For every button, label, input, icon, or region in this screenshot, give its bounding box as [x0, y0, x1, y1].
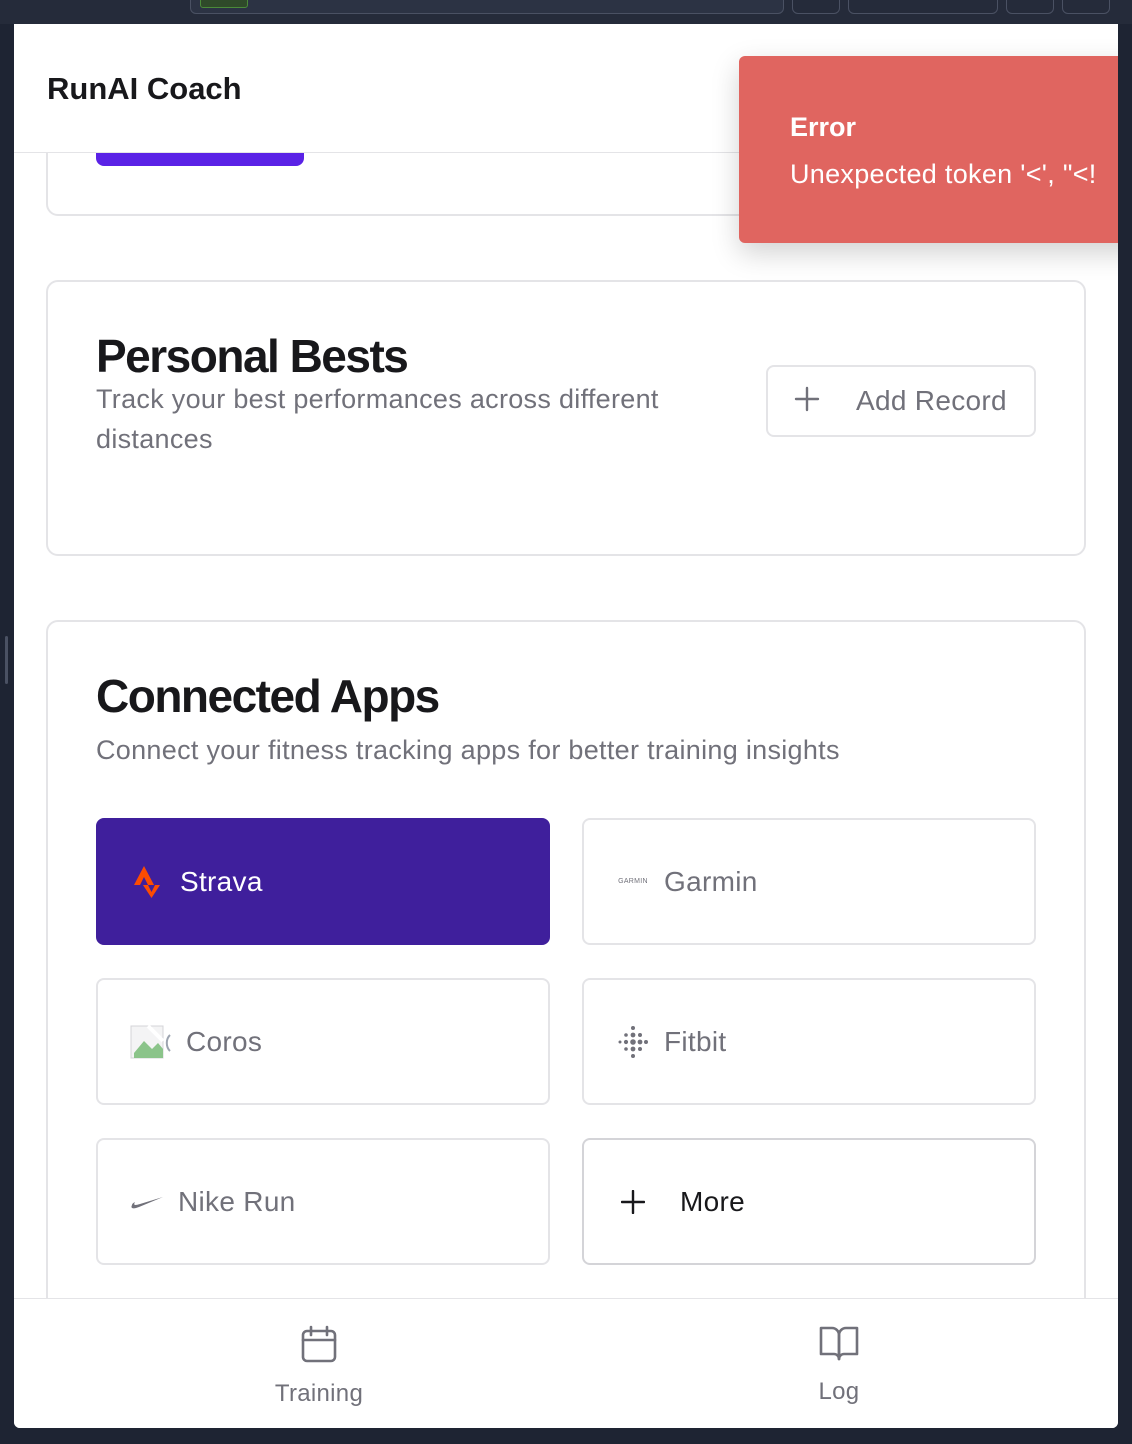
connected-apps-title: Connected Apps — [96, 670, 440, 722]
resize-handle[interactable] — [5, 636, 8, 684]
error-message: Unexpected token '<', "<! — [790, 159, 1097, 189]
add-record-label: Add Record — [856, 385, 1007, 416]
bottom-navigation: Training Log — [14, 1298, 1118, 1428]
app-tile-label: Fitbit — [664, 1025, 727, 1057]
app-tile-coros[interactable]: Coros — [96, 978, 550, 1105]
garmin-icon: GARMIN — [618, 878, 648, 885]
app-title: RunAI Coach — [47, 71, 242, 106]
personal-bests-title: Personal Bests — [96, 330, 409, 382]
calendar-icon — [301, 1325, 337, 1370]
address-bar-badge — [200, 0, 248, 8]
app-tile-label: Strava — [180, 865, 263, 897]
browser-toolbar — [0, 0, 1132, 24]
book-open-icon — [819, 1325, 859, 1368]
app-tile-label: Garmin — [664, 865, 758, 897]
app-viewport: RunAI Coach B Personal Bests Track your … — [14, 24, 1118, 1428]
app-tile-label: Nike Run — [178, 1185, 296, 1217]
strava-icon — [132, 865, 162, 899]
nav-item-training[interactable]: Training — [219, 1325, 419, 1408]
app-tile-label: More — [680, 1185, 745, 1217]
toolbar-button[interactable] — [1006, 0, 1054, 14]
broken-image-icon — [130, 1024, 172, 1059]
toolbar-button[interactable] — [1062, 0, 1110, 14]
nav-item-label: Log — [818, 1378, 860, 1405]
app-tile-strava[interactable]: Strava — [96, 818, 550, 945]
plus-icon — [794, 386, 824, 416]
toolbar-button[interactable] — [792, 0, 840, 14]
address-bar[interactable] — [190, 0, 784, 14]
app-tile-nike-run[interactable]: Nike Run — [96, 1138, 550, 1265]
toolbar-button[interactable] — [848, 0, 998, 14]
add-record-button[interactable]: Add Record — [766, 365, 1036, 437]
more-apps-button[interactable]: More — [582, 1138, 1036, 1265]
app-tile-label: Coros — [186, 1025, 263, 1057]
nav-item-label: Training — [274, 1380, 364, 1407]
personal-bests-description-line2: distances — [96, 424, 213, 454]
nike-swoosh-icon — [130, 1194, 164, 1210]
personal-bests-description-line1: Track your best performances across diff… — [96, 384, 659, 414]
error-toast[interactable]: Error Unexpected token '<', "<! — [739, 56, 1118, 243]
nav-item-log[interactable]: Log — [739, 1325, 939, 1406]
app-tile-garmin[interactable]: GARMIN Garmin — [582, 818, 1036, 945]
plus-icon — [620, 1189, 646, 1214]
error-title: Error — [790, 112, 857, 142]
connected-apps-description: Connect your fitness tracking apps for b… — [96, 735, 840, 765]
app-tile-fitbit[interactable]: Fitbit — [582, 978, 1036, 1105]
fitbit-icon — [616, 1025, 650, 1059]
